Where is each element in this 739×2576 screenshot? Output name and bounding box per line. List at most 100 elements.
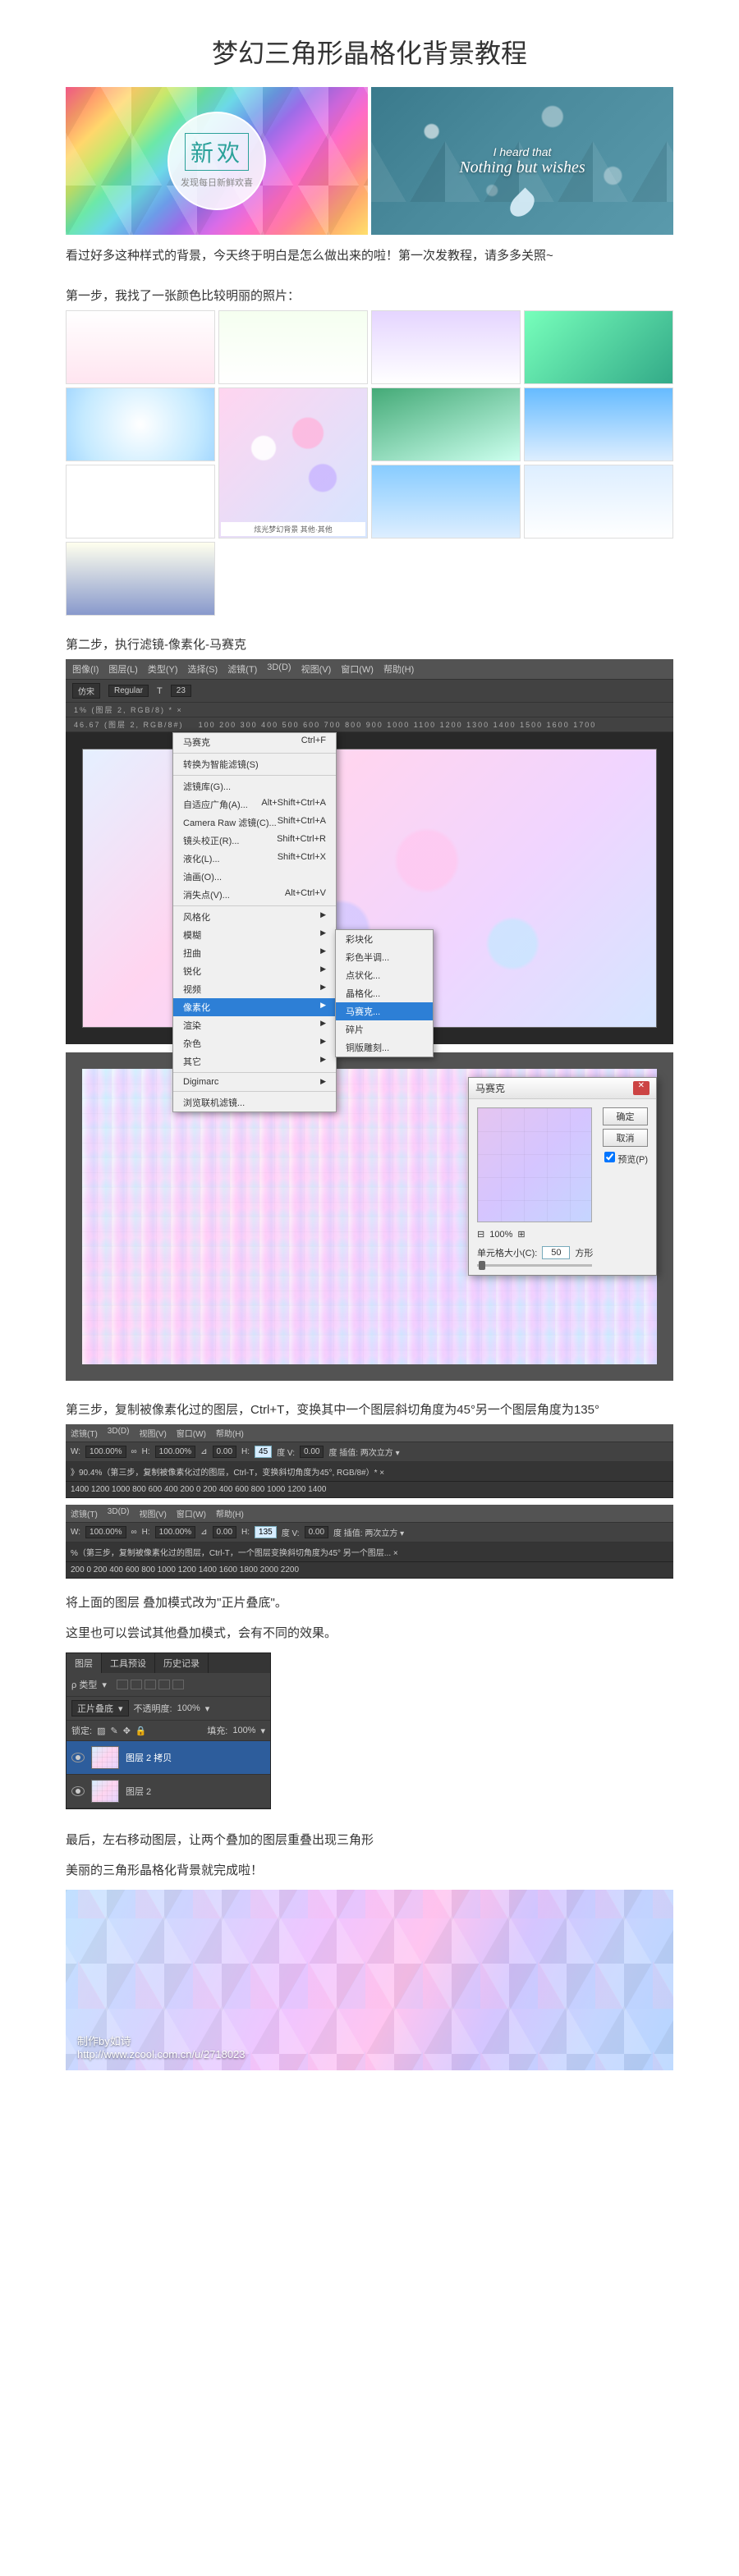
visibility-icon[interactable] [71,1786,85,1796]
h-input[interactable]: 100.00% [155,1446,195,1458]
menu-item[interactable]: 消失点(V)...Alt+Ctrl+V [173,886,336,904]
lock-position-icon[interactable]: ✥ [123,1726,131,1736]
cell-size-slider[interactable] [477,1264,592,1267]
font-select[interactable]: 仿宋 [72,683,100,699]
zoom-in-button[interactable]: ⊞ [517,1229,525,1240]
fill-value[interactable]: 100% [232,1726,255,1735]
gallery-thumb[interactable] [66,465,215,539]
menu-item[interactable]: 视图(V) [139,1507,166,1519]
filter-type-icon[interactable] [145,1680,156,1689]
layer-row[interactable]: 图层 2 [67,1775,270,1808]
history-tab[interactable]: 历史记录 [155,1653,209,1673]
menu-item[interactable]: 锐化▶ [173,962,336,980]
menu-item[interactable]: 油画(O)... [173,868,336,886]
menu-item[interactable]: 图层(L) [108,662,137,676]
opacity-value[interactable]: 100% [177,1703,200,1713]
tool-presets-tab[interactable]: 工具预设 [102,1653,155,1673]
layers-tab[interactable]: 图层 [67,1653,102,1673]
w-input[interactable]: 100.00% [85,1526,126,1538]
font-style-select[interactable]: Regular [108,685,149,697]
menu-item[interactable]: 浏览联机滤镜... [173,1093,336,1112]
filter-shape-icon[interactable] [158,1680,170,1689]
gallery-thumb[interactable] [371,465,521,539]
ok-button[interactable]: 确定 [603,1107,648,1125]
menu-item[interactable]: 液化(L)...Shift+Ctrl+X [173,850,336,868]
menu-item[interactable]: 滤镜库(G)... [173,777,336,795]
menu-item[interactable]: 视图(V) [301,662,332,676]
lock-pixels-icon[interactable]: ✎ [110,1726,117,1736]
credit-url[interactable]: http://www.zcool.com.cn/u/2718023 [77,2048,246,2060]
menu-item[interactable]: 滤镜(T) [71,1427,98,1439]
zoom-out-button[interactable]: ⊟ [477,1229,484,1240]
gallery-thumb[interactable] [66,542,215,616]
document-tab[interactable]: 1% (图层 2, RGB/8) * × [66,703,673,717]
menu-item[interactable]: Camera Raw 滤镜(C)...Shift+Ctrl+A [173,814,336,832]
hskew-input[interactable]: 135 [255,1526,277,1538]
cell-size-input[interactable]: 50 [542,1246,570,1259]
menu-item[interactable]: Digimarc▶ [173,1075,336,1089]
submenu-item[interactable]: 彩块化 [336,930,433,948]
submenu-item[interactable]: 晶格化... [336,984,433,1002]
layer-thumbnail[interactable] [91,1746,119,1769]
menu-item[interactable]: 风格化▶ [173,908,336,926]
menu-item[interactable]: 滤镜(T) [71,1507,98,1519]
preview-checkbox[interactable] [604,1152,615,1162]
blend-mode-select[interactable]: 正片叠底▾ [71,1700,129,1717]
menu-item[interactable]: 马赛克Ctrl+F [173,733,336,751]
visibility-icon[interactable] [71,1753,85,1762]
document-tab[interactable]: %（第三步，复制被像素化过的图层，Ctrl-T，一个图层变换斜切角度为45° 另… [66,1542,673,1562]
h-input[interactable]: 100.00% [155,1526,195,1538]
gallery-thumb[interactable] [218,310,368,384]
menu-item[interactable]: 视图(V) [139,1427,166,1439]
menu-item[interactable]: 镜头校正(R)...Shift+Ctrl+R [173,832,336,850]
menu-item[interactable]: 其它▶ [173,1052,336,1070]
lock-transparency-icon[interactable]: ▨ [97,1726,105,1736]
filter-smart-icon[interactable] [172,1680,184,1689]
angle-input[interactable]: 0.00 [213,1446,236,1458]
menu-item[interactable]: 窗口(W) [341,662,374,676]
lock-all-icon[interactable]: 🔒 [135,1726,147,1736]
menu-item[interactable]: 杂色▶ [173,1034,336,1052]
link-icon[interactable]: ∞ [131,1528,137,1537]
vskew-input[interactable]: 0.00 [300,1446,324,1458]
hskew-input[interactable]: 45 [255,1446,272,1458]
gallery-thumb[interactable] [524,465,673,539]
gallery-thumb[interactable] [66,310,215,384]
menu-item[interactable]: 视频▶ [173,980,336,998]
menu-item[interactable]: 帮助(H) [383,662,414,676]
menu-item[interactable]: 滤镜(T) [227,662,257,676]
gallery-thumb[interactable] [66,387,215,461]
gallery-thumb[interactable] [371,387,521,461]
menu-item[interactable]: 3D(D) [108,1427,130,1439]
submenu-item[interactable]: 彩色半调... [336,948,433,966]
gallery-thumb[interactable] [371,310,521,384]
menu-item[interactable]: 类型(Y) [148,662,178,676]
menu-item[interactable]: 图像(I) [72,662,99,676]
document-tab[interactable]: 》90.4%（第三步，复制被像素化过的图层，Ctrl-T，变换斜切角度为45°,… [66,1462,673,1482]
vskew-input[interactable]: 0.00 [305,1526,328,1538]
interpolation-select[interactable]: 度 插值: 两次立方 ▾ [333,1526,404,1538]
interpolation-select[interactable]: 度 插值: 两次立方 ▾ [328,1446,399,1458]
gallery-thumb[interactable] [524,310,673,384]
font-size-input[interactable]: 23 [171,685,191,697]
submenu-item[interactable]: 碎片 [336,1020,433,1038]
menu-item[interactable]: 3D(D) [108,1507,130,1519]
close-icon[interactable]: ✕ [633,1081,649,1095]
menu-item[interactable]: 帮助(H) [216,1427,244,1439]
cancel-button[interactable]: 取消 [603,1129,648,1147]
menu-item[interactable]: 窗口(W) [177,1427,206,1439]
menu-item[interactable]: 扭曲▶ [173,944,336,962]
menu-item[interactable]: 转换为智能滤镜(S) [173,755,336,773]
menu-item[interactable]: 渲染▶ [173,1016,336,1034]
filter-adjust-icon[interactable] [131,1680,142,1689]
angle-input[interactable]: 0.00 [213,1526,236,1538]
layer-thumbnail[interactable] [91,1780,119,1803]
menu-item[interactable]: 窗口(W) [177,1507,206,1519]
filter-pixel-icon[interactable] [117,1680,128,1689]
menu-item[interactable]: 选择(S) [188,662,218,676]
submenu-item[interactable]: 点状化... [336,966,433,984]
layer-row[interactable]: 图层 2 拷贝 [67,1741,270,1775]
link-icon[interactable]: ∞ [131,1447,137,1456]
menu-item[interactable]: 自适应广角(A)...Alt+Shift+Ctrl+A [173,795,336,814]
menu-item[interactable]: 像素化▶ [173,998,336,1016]
